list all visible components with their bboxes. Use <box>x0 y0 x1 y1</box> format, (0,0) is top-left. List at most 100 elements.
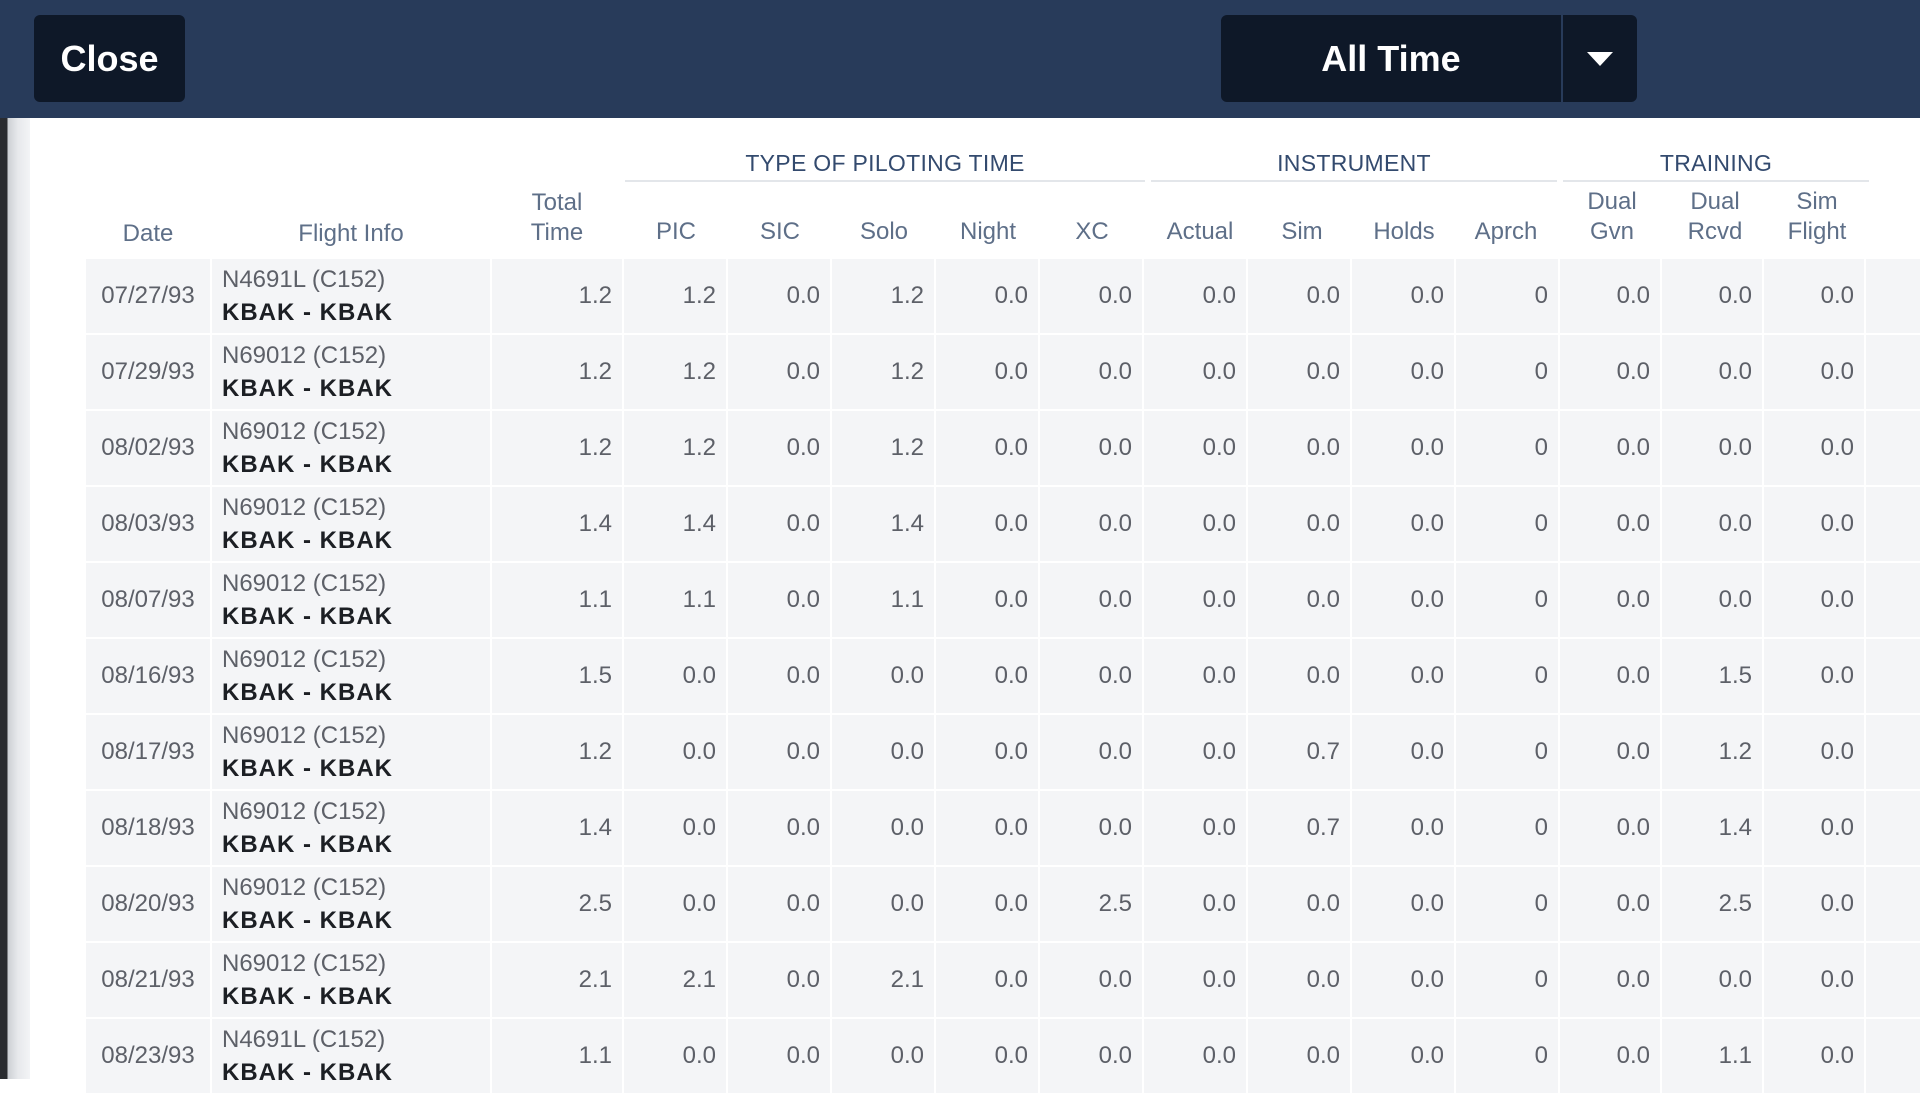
aircraft-label: N69012 (C152) <box>222 950 387 977</box>
table-row[interactable]: 08/17/93 N69012 (C152) KBAK - KBAK 1.2 0.0 0.… <box>86 715 1920 791</box>
cell-xc: 0.0 <box>1040 791 1142 865</box>
time-range-value[interactable]: All Time <box>1221 15 1561 102</box>
table-row[interactable]: 08/16/93 N69012 (C152) KBAK - KBAK 1.5 0.0 0.… <box>86 639 1920 715</box>
aircraft-label: N69012 (C152) <box>222 646 387 673</box>
cell-dual-rcvd: 2.5 <box>1662 867 1762 941</box>
cell-holds: 0.0 <box>1352 411 1454 485</box>
table-row[interactable]: 08/23/93 N4691L (C152) KBAK - KBAK 1.1 0.0 0.… <box>86 1019 1920 1095</box>
table-row[interactable]: 07/27/93 N4691L (C152) KBAK - KBAK 1.2 1.2 0.… <box>86 259 1920 335</box>
column-header-holds[interactable]: Holds <box>1352 217 1456 247</box>
table-row[interactable]: 08/02/93 N69012 (C152) KBAK - KBAK 1.2 1.2 0.… <box>86 411 1920 487</box>
cell-holds: 0.0 <box>1352 487 1454 561</box>
cell-actual: 0.0 <box>1144 487 1246 561</box>
column-header-total-time[interactable]: Total Time <box>492 188 622 248</box>
cell-flight-info: N69012 (C152) KBAK - KBAK <box>212 867 490 941</box>
time-range-select[interactable]: All Time <box>1221 15 1637 102</box>
cell-night: 0.0 <box>936 259 1038 333</box>
cell-sim-flight: 0.0 <box>1764 487 1864 561</box>
cell-dual-gvn: 0.0 <box>1560 867 1660 941</box>
column-header-sim[interactable]: Sim <box>1252 217 1352 247</box>
cell-sim-flight: 0.0 <box>1764 411 1864 485</box>
column-header-dual-gvn-line1: Dual <box>1587 188 1637 215</box>
cell-night: 0.0 <box>936 563 1038 637</box>
group-divider-piloting <box>625 180 1145 182</box>
cell-aprch: 0 <box>1456 943 1558 1017</box>
cell-sim: 0.7 <box>1248 715 1350 789</box>
cell-dual-rcvd: 0.0 <box>1662 943 1762 1017</box>
cell-night: 0.0 <box>936 487 1038 561</box>
cell-dual-gvn: 0.0 <box>1560 563 1660 637</box>
cell-date: 08/17/93 <box>86 715 210 789</box>
table-row[interactable]: 08/21/93 N69012 (C152) KBAK - KBAK 2.1 2.1 0.… <box>86 943 1920 1019</box>
logbook-table: 07/27/93 N4691L (C152) KBAK - KBAK 1.2 1.2 0.… <box>86 259 1920 1095</box>
cell-sic: 0.0 <box>728 1019 830 1093</box>
cell-sim-flight: 0.0 <box>1764 639 1864 713</box>
cell-sim: 0.0 <box>1248 487 1350 561</box>
column-header-flight-info[interactable]: Flight Info <box>212 219 490 249</box>
aircraft-label: N69012 (C152) <box>222 418 387 445</box>
route-label: KBAK - KBAK <box>222 451 393 478</box>
table-row[interactable]: 08/18/93 N69012 (C152) KBAK - KBAK 1.4 0.0 0.… <box>86 791 1920 867</box>
group-header-piloting: TYPE OF PILOTING TIME <box>745 150 1025 176</box>
cell-date: 07/27/93 <box>86 259 210 333</box>
cell-night: 0.0 <box>936 335 1038 409</box>
cell-xc: 0.0 <box>1040 943 1142 1017</box>
cell-total: 1.2 <box>492 715 622 789</box>
cell-overflow <box>1866 335 1920 409</box>
column-header-solo[interactable]: Solo <box>832 217 936 247</box>
column-header-night[interactable]: Night <box>936 217 1040 247</box>
cell-dual-gvn: 0.0 <box>1560 1019 1660 1093</box>
column-header-date[interactable]: Date <box>86 219 210 249</box>
cell-solo: 1.1 <box>832 563 934 637</box>
cell-flight-info: N4691L (C152) KBAK - KBAK <box>212 1019 490 1093</box>
cell-overflow <box>1866 563 1920 637</box>
cell-flight-info: N69012 (C152) KBAK - KBAK <box>212 639 490 713</box>
cell-sic: 0.0 <box>728 639 830 713</box>
column-header-aprch[interactable]: Aprch <box>1456 217 1556 247</box>
column-header-pic[interactable]: PIC <box>624 217 728 247</box>
column-header-sic[interactable]: SIC <box>728 217 832 247</box>
cell-sim-flight: 0.0 <box>1764 715 1864 789</box>
cell-total: 1.2 <box>492 335 622 409</box>
cell-xc: 0.0 <box>1040 1019 1142 1093</box>
route-label: KBAK - KBAK <box>222 755 393 782</box>
column-header-actual[interactable]: Actual <box>1148 217 1252 247</box>
cell-total: 1.4 <box>492 791 622 865</box>
cell-aprch: 0 <box>1456 487 1558 561</box>
cell-sim-flight: 0.0 <box>1764 867 1864 941</box>
cell-xc: 0.0 <box>1040 259 1142 333</box>
column-header-xc[interactable]: XC <box>1040 217 1144 247</box>
cell-holds: 0.0 <box>1352 943 1454 1017</box>
cell-sim: 0.0 <box>1248 411 1350 485</box>
cell-flight-info: N69012 (C152) KBAK - KBAK <box>212 487 490 561</box>
cell-solo: 0.0 <box>832 715 934 789</box>
cell-flight-info: N69012 (C152) KBAK - KBAK <box>212 335 490 409</box>
table-row[interactable]: 07/29/93 N69012 (C152) KBAK - KBAK 1.2 1.2 0.… <box>86 335 1920 411</box>
column-header-total-line2: Time <box>530 219 584 246</box>
table-row[interactable]: 08/07/93 N69012 (C152) KBAK - KBAK 1.1 1.1 0.… <box>86 563 1920 639</box>
cell-dual-gvn: 0.0 <box>1560 259 1660 333</box>
cell-sim: 0.0 <box>1248 867 1350 941</box>
column-header-dual-gvn[interactable]: Dual Gvn <box>1560 187 1664 247</box>
column-header-sim-flight[interactable]: Sim Flight <box>1766 187 1868 247</box>
column-header-sim-flight-line2: Flight <box>1787 218 1847 245</box>
cell-pic: 1.4 <box>624 487 726 561</box>
toolbar: Close All Time <box>0 0 1920 118</box>
cell-dual-rcvd: 1.2 <box>1662 715 1762 789</box>
route-label: KBAK - KBAK <box>222 831 393 858</box>
table-row[interactable]: 08/20/93 N69012 (C152) KBAK - KBAK 2.5 0.0 0.… <box>86 867 1920 943</box>
cell-xc: 0.0 <box>1040 487 1142 561</box>
cell-holds: 0.0 <box>1352 715 1454 789</box>
aircraft-label: N4691L (C152) <box>222 266 386 293</box>
aircraft-label: N69012 (C152) <box>222 494 387 521</box>
cell-aprch: 0 <box>1456 259 1558 333</box>
column-header-dual-rcvd[interactable]: Dual Rcvd <box>1664 187 1766 247</box>
table-row[interactable]: 08/03/93 N69012 (C152) KBAK - KBAK 1.4 1.4 0.… <box>86 487 1920 563</box>
close-button[interactable]: Close <box>34 15 185 102</box>
cell-sim: 0.0 <box>1248 1019 1350 1093</box>
cell-overflow <box>1866 715 1920 789</box>
cell-sim: 0.0 <box>1248 563 1350 637</box>
cell-actual: 0.0 <box>1144 791 1246 865</box>
time-range-dropdown-button[interactable] <box>1563 15 1637 102</box>
cell-night: 0.0 <box>936 943 1038 1017</box>
